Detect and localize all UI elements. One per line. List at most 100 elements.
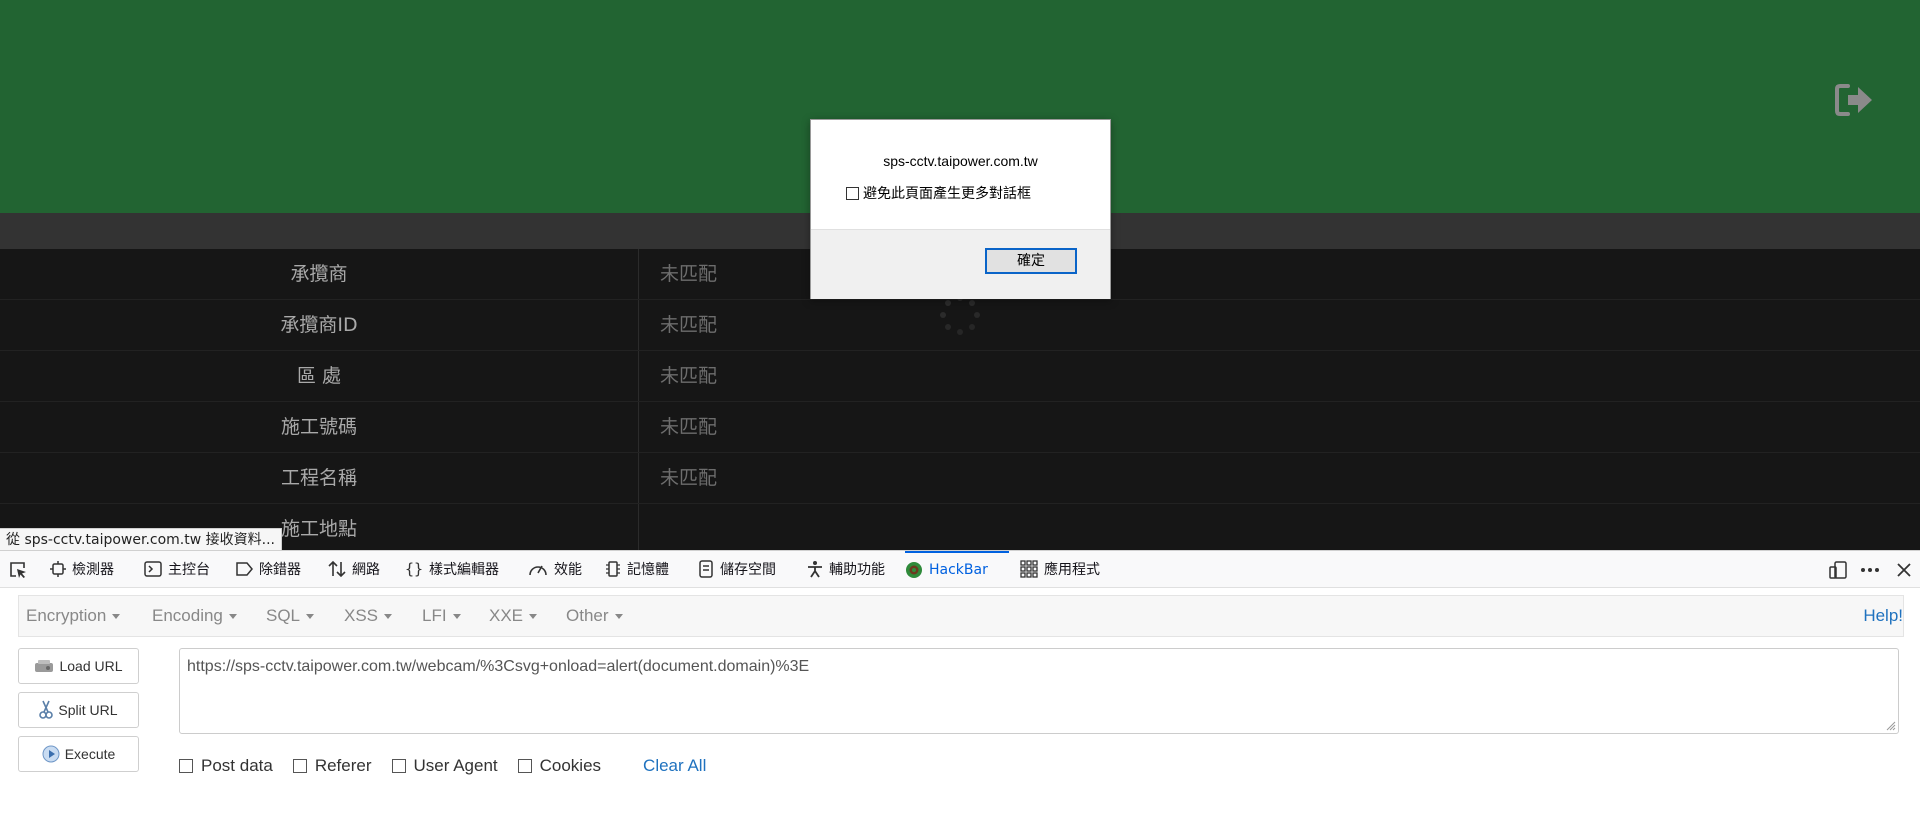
user-agent-checkbox[interactable]: User Agent bbox=[391, 756, 498, 776]
checkbox-box[interactable] bbox=[292, 759, 307, 773]
checkbox-box[interactable] bbox=[517, 759, 532, 773]
checkbox-label: Cookies bbox=[539, 756, 602, 775]
tab-storage[interactable]: 儲存空間 bbox=[698, 551, 776, 587]
logout-icon[interactable] bbox=[1834, 82, 1874, 118]
table-row: 施工號碼 未匹配 bbox=[0, 402, 1920, 453]
row-value: 未匹配 bbox=[660, 314, 718, 336]
cookies-checkbox[interactable]: Cookies bbox=[517, 756, 602, 776]
tab-label: 輔助功能 bbox=[829, 562, 885, 578]
accessibility-icon bbox=[808, 561, 822, 578]
devtools-panel: 檢測器 主控台 除錯器 網路 {} 樣式編輯器 效能 記憶體 儲存空間 輔助功能… bbox=[0, 550, 1920, 839]
storage-icon bbox=[699, 560, 713, 578]
tab-label: 網路 bbox=[352, 562, 380, 578]
post-data-checkbox[interactable]: Post data bbox=[179, 756, 273, 776]
element-picker-icon[interactable] bbox=[8, 560, 28, 580]
execute-button[interactable]: Execute bbox=[18, 736, 139, 772]
caret-down-icon bbox=[112, 614, 121, 620]
tab-style-editor[interactable]: {} 樣式編輯器 bbox=[405, 551, 499, 587]
menu-other[interactable]: Other bbox=[566, 596, 623, 636]
checkbox-label: Post data bbox=[201, 756, 273, 775]
status-bar: 從 sps-cctv.taipower.com.tw 接收資料... bbox=[0, 528, 282, 550]
suppress-dialogs-checkbox[interactable]: 避免此頁面產生更多對話框 bbox=[846, 183, 1031, 203]
row-value: 未匹配 bbox=[660, 263, 718, 285]
menu-label: XXE bbox=[489, 606, 524, 625]
row-value: 未匹配 bbox=[660, 365, 718, 387]
tab-label: 樣式編輯器 bbox=[429, 562, 499, 578]
button-label: Execute bbox=[64, 746, 116, 762]
tab-label: 儲存空間 bbox=[720, 562, 776, 578]
tab-accessibility[interactable]: 輔助功能 bbox=[807, 551, 885, 587]
load-url-icon bbox=[35, 660, 54, 672]
hackbar-options: Post data Referer User Agent Cookies Cle… bbox=[179, 756, 706, 776]
menu-encoding[interactable]: Encoding bbox=[152, 596, 237, 636]
console-icon bbox=[144, 561, 162, 577]
menu-encryption[interactable]: Encryption bbox=[26, 596, 121, 636]
caret-down-icon bbox=[306, 614, 315, 620]
menu-xxe[interactable]: XXE bbox=[489, 596, 538, 636]
table-row: 施工地點 bbox=[0, 504, 1920, 550]
tab-debugger[interactable]: 除錯器 bbox=[235, 551, 301, 587]
tab-hackbar[interactable]: HackBar bbox=[905, 551, 1009, 587]
checkbox-label: Referer bbox=[314, 756, 372, 775]
referer-checkbox[interactable]: Referer bbox=[292, 756, 372, 776]
row-label: 區 處 bbox=[0, 351, 639, 401]
tab-performance[interactable]: 效能 bbox=[528, 551, 582, 587]
ok-button[interactable]: 確定 bbox=[985, 248, 1077, 274]
table-row: 工程名稱 未匹配 bbox=[0, 453, 1920, 504]
tab-label: 檢測器 bbox=[72, 562, 114, 578]
debugger-icon bbox=[236, 562, 253, 576]
memory-icon bbox=[606, 561, 620, 577]
dialog-footer: 確定 bbox=[811, 229, 1110, 299]
scissors-icon bbox=[39, 700, 54, 719]
url-text: https://sps-cctv.taipower.com.tw/webcam/… bbox=[187, 658, 810, 675]
menu-label: Encoding bbox=[152, 606, 223, 625]
tab-console[interactable]: 主控台 bbox=[144, 551, 210, 587]
menu-label: Encryption bbox=[26, 606, 107, 625]
alert-dialog: sps-cctv.taipower.com.tw 避免此頁面產生更多對話框 確定 bbox=[810, 119, 1111, 299]
row-label: 施工號碼 bbox=[0, 402, 639, 452]
button-label: Split URL bbox=[58, 702, 118, 718]
tab-label: 除錯器 bbox=[259, 562, 301, 578]
tab-memory[interactable]: 記憶體 bbox=[605, 551, 669, 587]
checkbox-box[interactable] bbox=[179, 759, 193, 773]
tab-label: HackBar bbox=[929, 562, 988, 578]
row-value: 未匹配 bbox=[660, 416, 718, 438]
split-url-button[interactable]: Split URL bbox=[18, 692, 139, 728]
hackbar-menu-bar: Encryption Encoding SQL XSS LFI XXE Othe… bbox=[18, 595, 1904, 637]
tab-label: 主控台 bbox=[168, 562, 210, 578]
caret-down-icon bbox=[228, 614, 237, 620]
close-icon[interactable] bbox=[1894, 560, 1914, 580]
button-label: Load URL bbox=[59, 658, 123, 674]
checkbox-box[interactable] bbox=[846, 186, 859, 200]
responsive-design-icon[interactable] bbox=[1828, 560, 1848, 580]
dialog-host: sps-cctv.taipower.com.tw bbox=[883, 153, 1038, 169]
svg-text:{}: {} bbox=[405, 560, 423, 578]
style-editor-icon: {} bbox=[405, 560, 423, 578]
dialog-body: sps-cctv.taipower.com.tw 避免此頁面產生更多對話框 bbox=[811, 120, 1110, 229]
clear-all-link[interactable]: Clear All bbox=[643, 756, 706, 776]
menu-xss[interactable]: XSS bbox=[344, 596, 393, 636]
url-textarea[interactable]: https://sps-cctv.taipower.com.tw/webcam/… bbox=[179, 648, 1899, 734]
tab-network[interactable]: 網路 bbox=[328, 551, 380, 587]
row-label: 承攬商 bbox=[0, 249, 639, 299]
checkbox-label: User Agent bbox=[413, 756, 498, 775]
checkbox-label: 避免此頁面產生更多對話框 bbox=[863, 186, 1031, 202]
help-link[interactable]: Help! bbox=[1863, 596, 1903, 636]
load-url-button[interactable]: Load URL bbox=[18, 648, 139, 684]
tab-inspector[interactable]: 檢測器 bbox=[50, 551, 114, 587]
tab-label: 應用程式 bbox=[1044, 562, 1100, 578]
tab-application[interactable]: 應用程式 bbox=[1020, 551, 1100, 587]
menu-sql[interactable]: SQL bbox=[266, 596, 315, 636]
caret-down-icon bbox=[529, 614, 538, 620]
menu-lfi[interactable]: LFI bbox=[422, 596, 461, 636]
inspector-icon bbox=[50, 561, 66, 577]
hackbar-icon bbox=[906, 562, 922, 578]
row-label: 工程名稱 bbox=[0, 453, 639, 503]
checkbox-box[interactable] bbox=[391, 759, 406, 773]
table-row: 區 處 未匹配 bbox=[0, 351, 1920, 402]
more-options-icon[interactable] bbox=[1860, 560, 1880, 580]
resize-grip-icon[interactable] bbox=[1886, 721, 1896, 731]
network-icon bbox=[328, 560, 346, 578]
menu-label: Other bbox=[566, 606, 609, 625]
row-label: 承攬商ID bbox=[0, 300, 639, 350]
